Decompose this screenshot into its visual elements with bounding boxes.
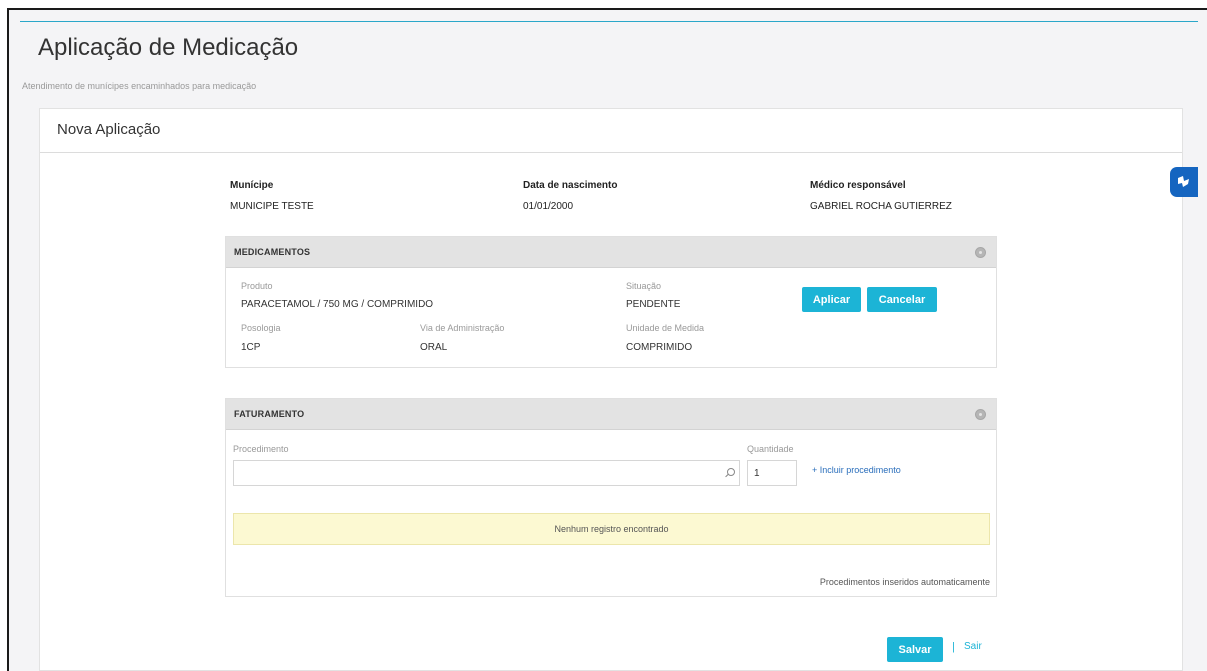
procedimento-label: Procedimento xyxy=(233,444,289,454)
medicamentos-panel: MEDICAMENTOS Produto PARACETAMOL / 750 M… xyxy=(225,236,997,368)
produto-value: PARACETAMOL / 750 MG / COMPRIMIDO xyxy=(241,299,434,310)
nova-aplicacao-card: Nova Aplicação Munícipe MUNICIPE TESTE D… xyxy=(39,108,1183,671)
situacao-value: PENDENTE xyxy=(626,299,681,310)
municipe-label: Munícipe xyxy=(230,180,274,191)
cancelar-button[interactable]: Cancelar xyxy=(867,287,937,312)
doctor-value: GABRIEL ROCHA GUTIERREZ xyxy=(810,201,952,212)
procedimento-input[interactable] xyxy=(233,460,740,486)
faturamento-panel: FATURAMENTO Procedimento Quantidade + In… xyxy=(225,398,997,597)
via-label: Via de Administração xyxy=(420,323,505,333)
posologia-value: 1CP xyxy=(241,342,261,353)
salvar-button[interactable]: Salvar xyxy=(887,637,943,662)
aplicar-button[interactable]: Aplicar xyxy=(802,287,861,312)
birth-info: Data de nascimento 01/01/2000 xyxy=(523,180,617,212)
quantidade-label: Quantidade xyxy=(747,444,794,454)
page-title: Aplicação de Medicação xyxy=(38,34,299,61)
quantidade-input[interactable] xyxy=(747,460,797,486)
birth-value: 01/01/2000 xyxy=(523,201,574,212)
settings-icon[interactable] xyxy=(975,409,986,420)
posologia-label: Posologia xyxy=(241,323,281,333)
accessibility-icon xyxy=(1178,176,1189,187)
page-subtitle: Atendimento de munícipes encaminhados pa… xyxy=(22,81,257,91)
unidade-value: COMPRIMIDO xyxy=(626,342,693,353)
municipe-value: MUNICIPE TESTE xyxy=(230,201,314,212)
situacao-label: Situação xyxy=(626,281,662,291)
faturamento-header: FATURAMENTO xyxy=(226,399,996,430)
unidade-label: Unidade de Medida xyxy=(626,323,705,333)
auto-procedures-note: Procedimentos inseridos automaticamente xyxy=(819,577,990,587)
medicamentos-header: MEDICAMENTOS xyxy=(226,237,996,268)
doctor-label: Médico responsável xyxy=(810,180,906,191)
top-divider xyxy=(20,21,1198,22)
settings-icon[interactable] xyxy=(975,247,986,258)
incluir-procedimento-link[interactable]: + Incluir procedimento xyxy=(812,465,901,475)
footer-separator: | xyxy=(952,641,955,653)
doctor-info: Médico responsável GABRIEL ROCHA GUTIERR… xyxy=(810,180,952,212)
search-icon[interactable] xyxy=(727,468,735,476)
via-value: ORAL xyxy=(420,342,448,353)
accessibility-button[interactable] xyxy=(1170,167,1198,197)
municipe-info: Munícipe MUNICIPE TESTE xyxy=(230,180,314,212)
faturamento-title: FATURAMENTO xyxy=(234,409,305,419)
produto-label: Produto xyxy=(241,281,273,291)
medicamentos-title: MEDICAMENTOS xyxy=(234,247,311,257)
sair-link[interactable]: Sair xyxy=(964,641,982,652)
birth-label: Data de nascimento xyxy=(523,180,618,191)
card-title: Nova Aplicação xyxy=(40,109,1182,153)
empty-results-message: Nenhum registro encontrado xyxy=(233,513,990,545)
